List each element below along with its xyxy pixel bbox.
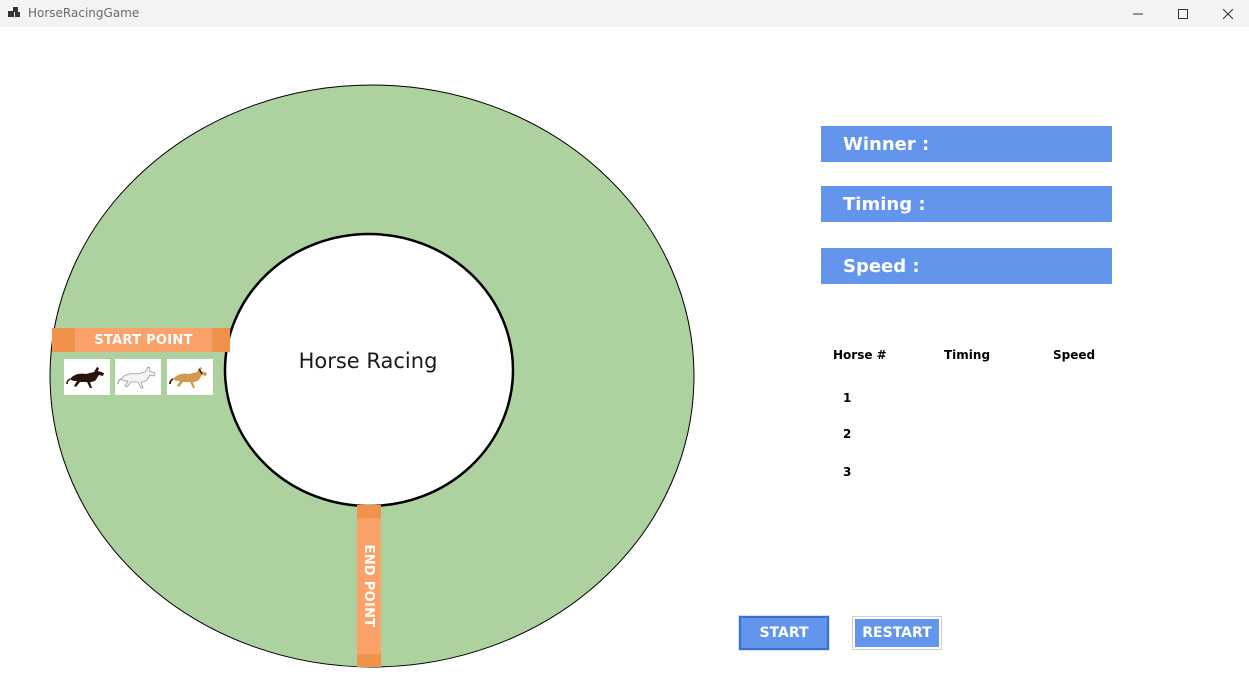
close-icon [1223, 8, 1233, 19]
header-speed: Speed [1053, 348, 1096, 362]
maximize-button[interactable] [1160, 0, 1206, 27]
window-title: HorseRacingGame [28, 6, 140, 20]
minimize-icon [1133, 13, 1143, 14]
table-row: 2 [843, 427, 852, 441]
header-horse: Horse # [833, 348, 887, 362]
speed-panel: Speed : [821, 248, 1112, 284]
close-button[interactable] [1205, 0, 1249, 27]
game-canvas: Horse Racing START POINT END POINT Winne… [0, 27, 1249, 675]
horse-3 [167, 359, 213, 395]
title-bar: HorseRacingGame [0, 0, 1249, 27]
horse-2 [115, 359, 161, 395]
center-title: Horse Racing [298, 349, 438, 373]
winner-panel: Winner : [821, 126, 1112, 162]
app-icon [8, 7, 20, 17]
start-point-label: START POINT [75, 328, 212, 352]
timing-panel: Timing : [821, 186, 1112, 222]
table-row: 1 [843, 391, 852, 405]
restart-button[interactable]: RESTART [852, 616, 942, 650]
white-horse-icon [117, 366, 156, 389]
maximize-icon [1178, 8, 1188, 19]
header-timing: Timing [944, 348, 991, 362]
dark-brown-horse-icon [66, 367, 104, 388]
table-row: 3 [843, 465, 852, 479]
tan-horse-icon [169, 367, 207, 388]
minimize-button[interactable] [1115, 0, 1161, 27]
start-button[interactable]: START [739, 616, 829, 650]
horse-1 [64, 359, 110, 395]
end-point-label: END POINT [361, 544, 377, 628]
